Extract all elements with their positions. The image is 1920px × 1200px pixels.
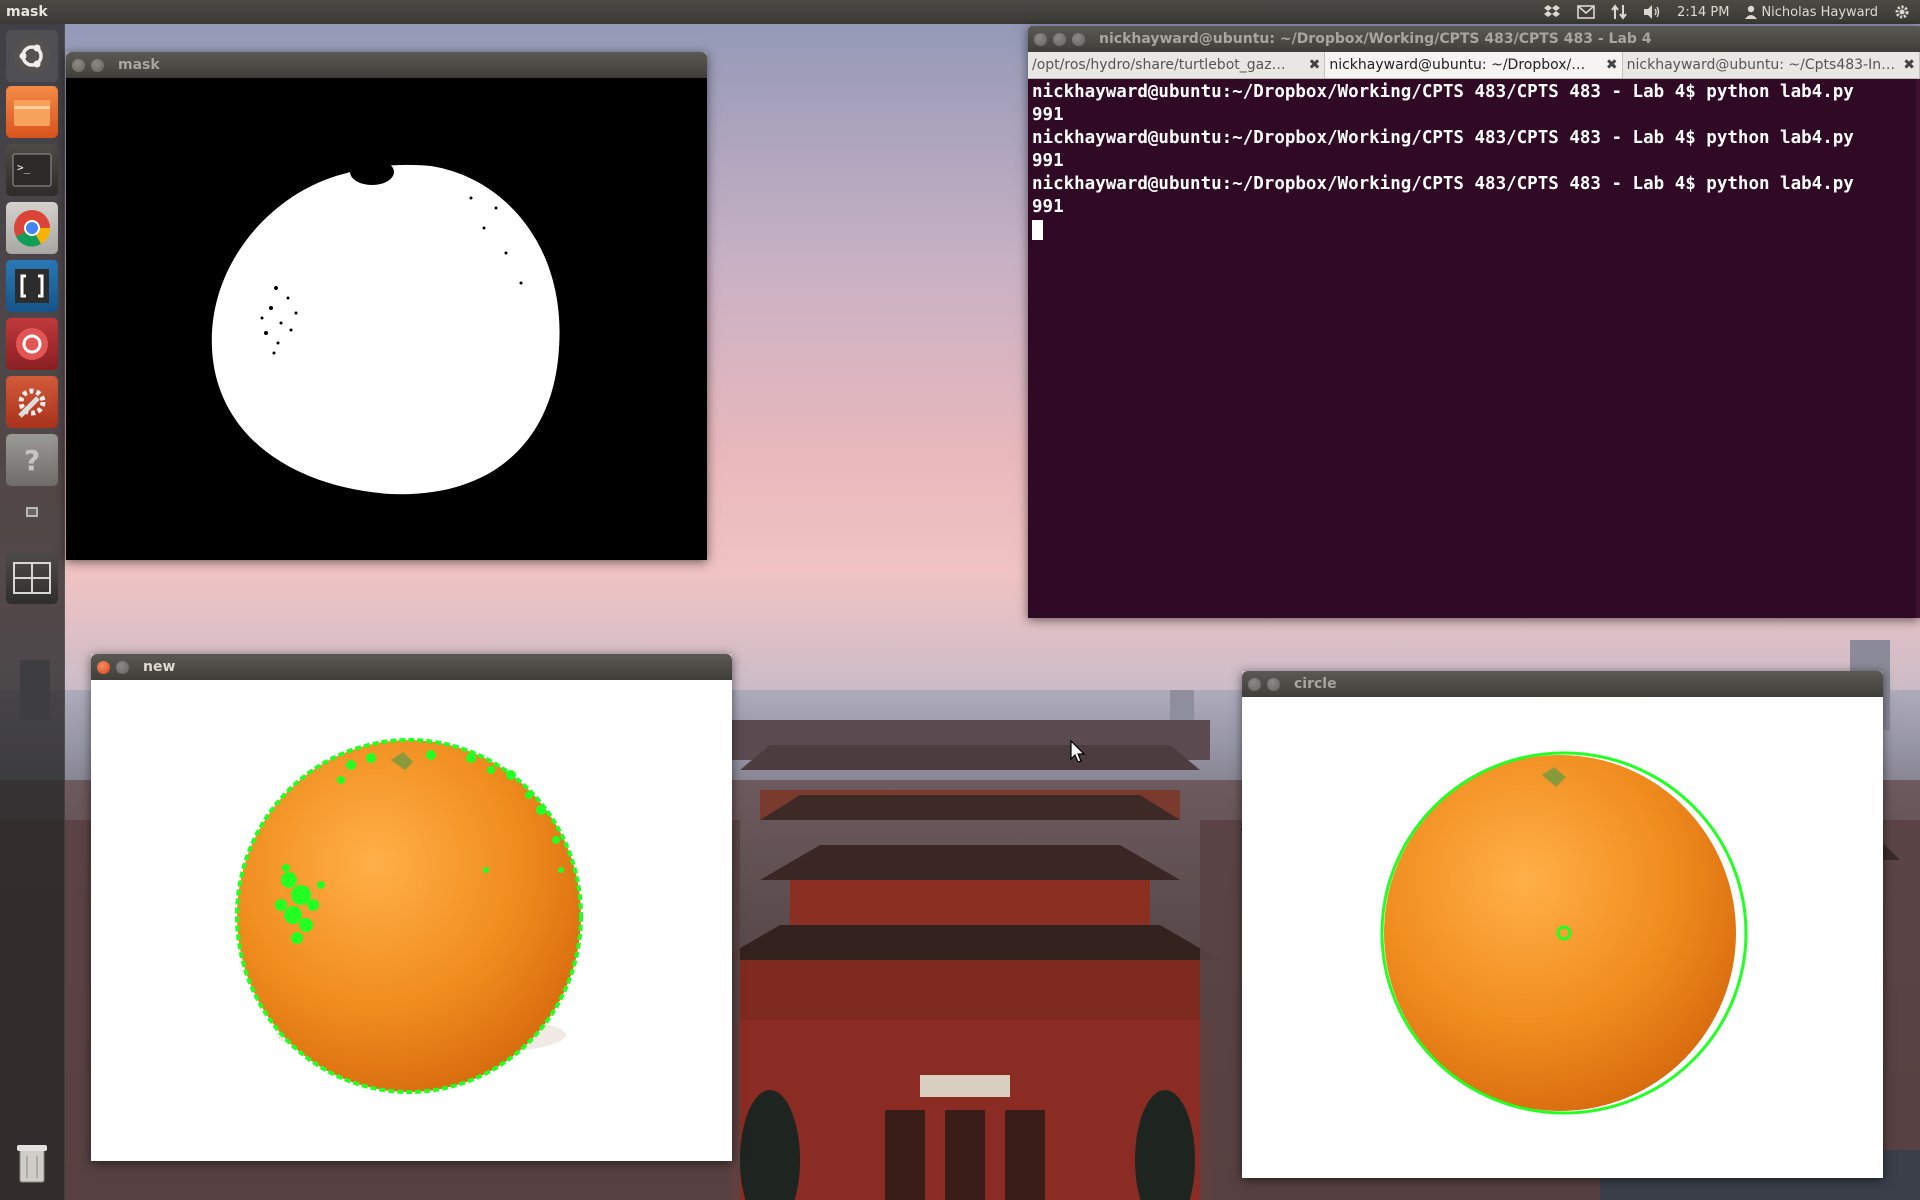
terminal-output[interactable]: nickhayward@ubuntu:~/Dropbox/Working/CPT… xyxy=(1028,79,1920,618)
workspace-switcher-launcher[interactable] xyxy=(6,552,58,604)
terminal-cursor xyxy=(1032,220,1043,240)
brackets-launcher[interactable] xyxy=(6,260,58,312)
new-image xyxy=(91,680,732,1161)
volume-icon[interactable] xyxy=(1643,4,1661,20)
close-icon[interactable] xyxy=(97,660,110,674)
user-name: Nicholas Hayward xyxy=(1761,4,1878,20)
mail-icon[interactable] xyxy=(1577,5,1595,19)
mask-titlebar[interactable]: mask xyxy=(66,52,707,78)
maximize-icon[interactable] xyxy=(1072,32,1085,46)
network-icon[interactable] xyxy=(1611,4,1627,20)
terminal-tab-1[interactable]: /opt/ros/hydro/share/turtlebot_gaz… ✖ xyxy=(1028,52,1326,78)
svg-text:?: ? xyxy=(24,444,40,477)
workspace-switcher-icon xyxy=(13,562,51,594)
terminal-scrollbar[interactable] xyxy=(1916,79,1920,618)
red-app-launcher[interactable] xyxy=(6,318,58,370)
terminal-line: nickhayward@ubuntu:~/Dropbox/Working/CPT… xyxy=(1032,82,1854,102)
terminal-line: 991 xyxy=(1032,105,1064,125)
terminal-line: 991 xyxy=(1032,197,1064,217)
files-launcher[interactable] xyxy=(6,86,58,138)
mask-window: mask xyxy=(66,52,707,560)
close-tab-icon[interactable]: ✖ xyxy=(1903,57,1915,73)
terminal-titlebar[interactable]: nickhayward@ubuntu: ~/Dropbox/Working/CP… xyxy=(1028,26,1920,52)
close-tab-icon[interactable]: ✖ xyxy=(1606,57,1618,73)
brackets-icon xyxy=(15,269,49,303)
minimize-icon[interactable] xyxy=(1267,677,1280,691)
terminal-line: 991 xyxy=(1032,151,1064,171)
terminal-tab-2[interactable]: nickhayward@ubuntu: ~/Dropbox/… ✖ xyxy=(1325,52,1623,78)
close-icon[interactable] xyxy=(72,58,85,72)
ubuntu-logo-icon xyxy=(14,38,50,74)
terminal-tab-3[interactable]: nickhayward@ubuntu: ~/Cpts483-Int… ✖ xyxy=(1623,52,1920,78)
trash-icon xyxy=(17,1145,47,1183)
mask-image xyxy=(66,78,707,560)
chrome-icon xyxy=(14,210,51,247)
terminal-icon: >_ xyxy=(12,153,52,187)
minimize-icon[interactable] xyxy=(116,660,129,674)
terminal-window: nickhayward@ubuntu: ~/Dropbox/Working/CP… xyxy=(1028,26,1920,618)
new-window: new xyxy=(91,654,732,1161)
circle-window: circle xyxy=(1242,671,1883,1178)
top-panel: mask 2:14 PM Nicholas Hayward xyxy=(0,0,1920,24)
close-icon[interactable] xyxy=(1034,32,1047,46)
terminal-launcher[interactable]: >_ xyxy=(6,144,58,196)
active-app-title: mask xyxy=(6,4,48,20)
minimize-icon[interactable] xyxy=(1053,32,1066,46)
help-launcher[interactable]: ? xyxy=(6,434,58,486)
circle-titlebar[interactable]: circle xyxy=(1242,671,1883,697)
close-icon[interactable] xyxy=(1248,677,1261,691)
dash-home-button[interactable] xyxy=(6,30,58,82)
settings-gear-icon[interactable] xyxy=(1894,4,1910,20)
close-tab-icon[interactable]: ✖ xyxy=(1309,57,1321,73)
window-title: new xyxy=(143,659,176,675)
user-menu[interactable]: Nicholas Hayward xyxy=(1745,5,1878,20)
workspace-indicator[interactable] xyxy=(6,500,58,524)
clock[interactable]: 2:14 PM xyxy=(1677,5,1729,20)
wrench-gear-icon xyxy=(18,388,46,418)
unity-launcher: >_ ? xyxy=(0,24,65,1200)
circle-image xyxy=(1242,697,1883,1178)
terminal-line: nickhayward@ubuntu:~/Dropbox/Working/CPT… xyxy=(1032,174,1854,194)
window-title: circle xyxy=(1294,676,1337,692)
small-window-icon xyxy=(26,507,38,517)
trash-launcher[interactable] xyxy=(6,1136,58,1188)
terminal-line: nickhayward@ubuntu:~/Dropbox/Working/CPT… xyxy=(1032,128,1854,148)
question-mark-icon: ? xyxy=(24,444,40,477)
system-settings-launcher[interactable] xyxy=(6,376,58,428)
minimize-icon[interactable] xyxy=(91,58,104,72)
new-titlebar[interactable]: new xyxy=(91,654,732,680)
indicator-area: 2:14 PM Nicholas Hayward xyxy=(1543,4,1910,20)
chrome-launcher[interactable] xyxy=(6,202,58,254)
folder-icon xyxy=(14,100,50,126)
terminal-tabs: /opt/ros/hydro/share/turtlebot_gaz… ✖ ni… xyxy=(1028,52,1920,79)
window-title: nickhayward@ubuntu: ~/Dropbox/Working/CP… xyxy=(1099,31,1652,47)
mouse-pointer-icon xyxy=(1070,740,1086,763)
app-icon xyxy=(16,328,48,360)
svg-text:>_: >_ xyxy=(17,161,31,174)
window-title: mask xyxy=(118,57,160,73)
dropbox-icon[interactable] xyxy=(1543,4,1561,20)
user-icon xyxy=(1745,5,1758,19)
